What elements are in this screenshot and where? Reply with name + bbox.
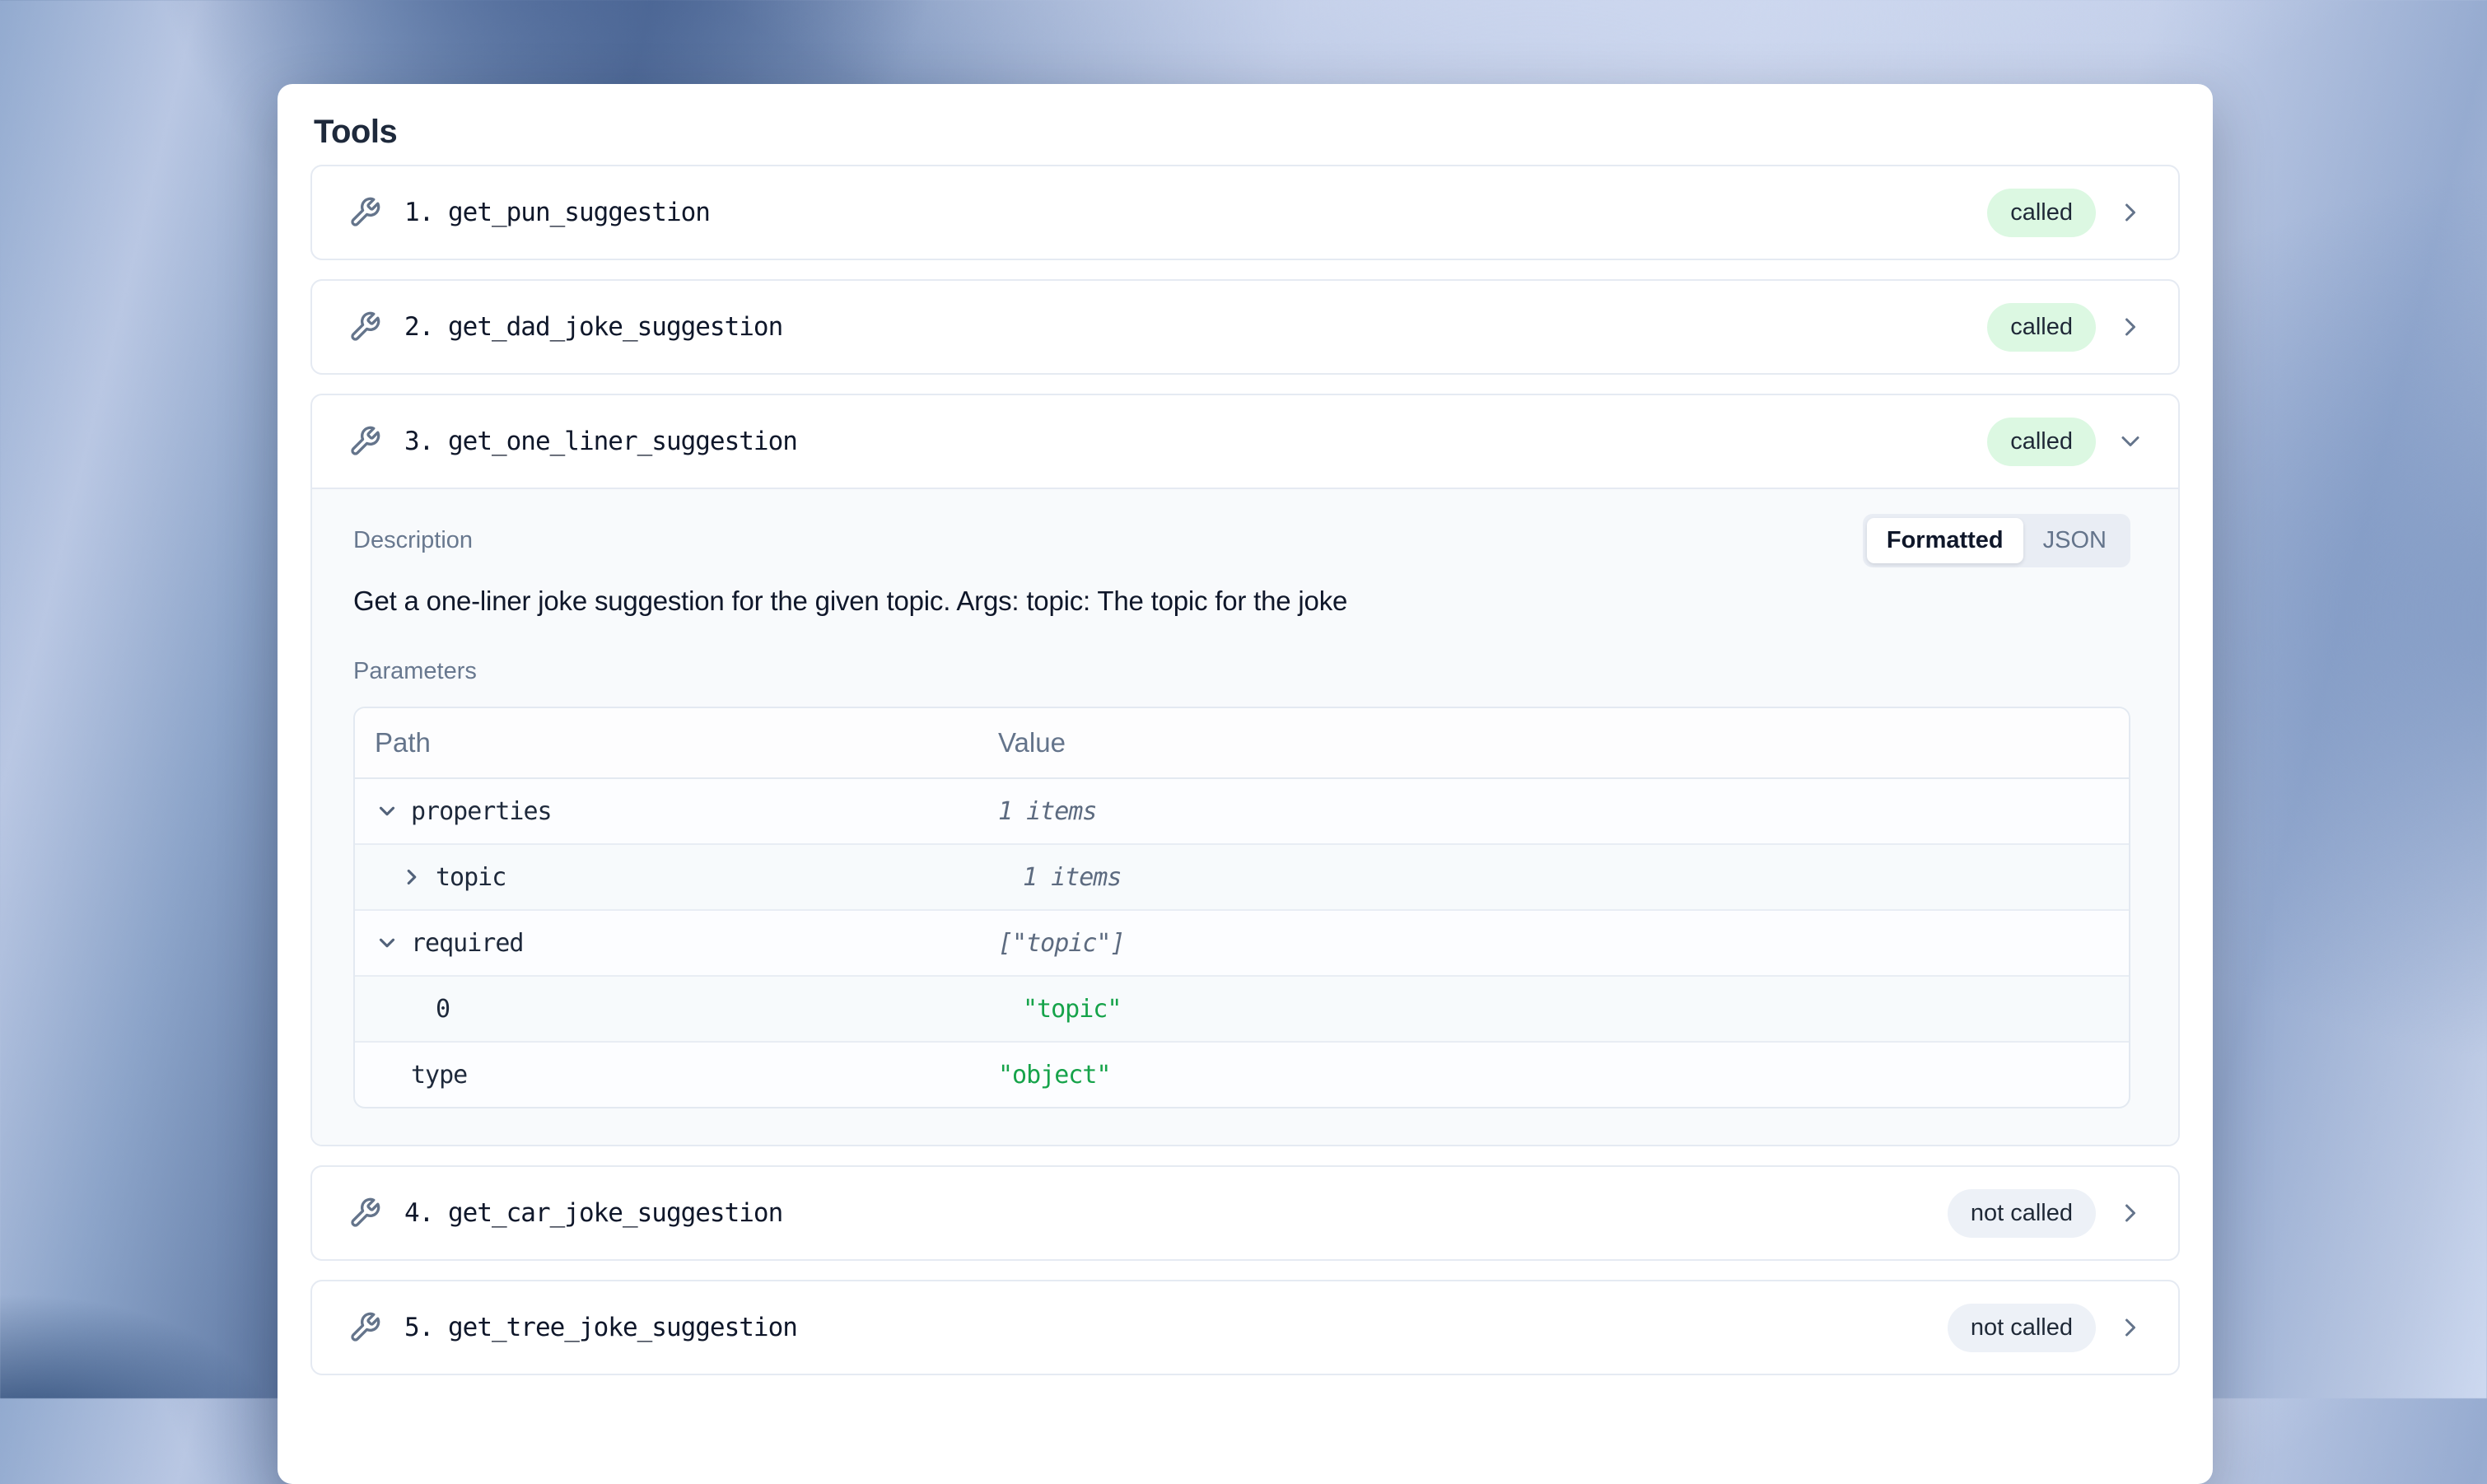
tool-description: Get a one-liner joke suggestion for the … [353, 586, 2130, 617]
tool-name: 1. get_pun_suggestion [404, 198, 710, 227]
tool-row-header[interactable]: 4. get_car_joke_suggestion not called [312, 1167, 2178, 1259]
param-value: 1 items [1023, 863, 2109, 892]
tool-details-panel: Description Formatted JSON Get a one-lin… [312, 488, 2178, 1145]
tool-row-header[interactable]: 5. get_tree_joke_suggestion not called [312, 1281, 2178, 1374]
wrench-icon [348, 310, 381, 343]
desktop-background: { "header": { "title": "Tools" }, "color… [0, 0, 2487, 1398]
tool-row-header[interactable]: 2. get_dad_joke_suggestion called [312, 281, 2178, 373]
status-badge: called [1987, 418, 2096, 466]
wrench-icon [348, 196, 381, 229]
tool-row-get-car-joke-suggestion[interactable]: 4. get_car_joke_suggestion not called [310, 1165, 2180, 1261]
table-row-required[interactable]: required ["topic"] [355, 909, 2129, 975]
wrench-icon [348, 1311, 381, 1344]
chevron-right-icon[interactable] [2116, 312, 2145, 342]
chevron-right-icon[interactable] [399, 865, 424, 889]
table-row-properties[interactable]: properties 1 items [355, 779, 2129, 843]
column-header-path: Path [375, 727, 998, 758]
tool-row-get-dad-joke-suggestion[interactable]: 2. get_dad_joke_suggestion called [310, 279, 2180, 375]
table-row-topic[interactable]: topic 1 items [355, 843, 2129, 909]
column-header-value: Value [998, 727, 2109, 758]
param-key: topic [436, 863, 506, 892]
param-value: "topic" [1023, 995, 2109, 1024]
tool-row-header[interactable]: 3. get_one_liner_suggestion called [312, 395, 2178, 488]
tool-name: 4. get_car_joke_suggestion [404, 1198, 782, 1228]
param-key: required [411, 929, 524, 958]
status-badge: called [1987, 189, 2096, 237]
wrench-icon [348, 1197, 381, 1230]
tool-row-get-one-liner-suggestion[interactable]: 3. get_one_liner_suggestion called Descr… [310, 394, 2180, 1146]
table-row-type: type "object" [355, 1041, 2129, 1107]
view-mode-toggle[interactable]: Formatted JSON [1863, 514, 2130, 567]
tool-row-header[interactable]: 1. get_pun_suggestion called [312, 166, 2178, 259]
toggle-formatted[interactable]: Formatted [1867, 518, 2023, 563]
chevron-down-icon[interactable] [2116, 427, 2145, 456]
param-key: properties [411, 797, 552, 826]
chevron-right-icon[interactable] [2116, 198, 2145, 227]
tool-row-get-tree-joke-suggestion[interactable]: 5. get_tree_joke_suggestion not called [310, 1280, 2180, 1375]
panel-title: Tools [314, 112, 2180, 152]
status-badge: not called [1948, 1189, 2096, 1238]
tool-name: 3. get_one_liner_suggestion [404, 427, 797, 456]
parameters-table: Path Value properties 1 items topic 1 [353, 707, 2130, 1108]
chevron-right-icon[interactable] [2116, 1198, 2145, 1228]
toggle-json[interactable]: JSON [2023, 518, 2126, 563]
status-badge: called [1987, 303, 2096, 352]
param-value: "object" [998, 1061, 2109, 1090]
chevron-down-icon[interactable] [375, 799, 399, 824]
tool-name: 2. get_dad_joke_suggestion [404, 312, 782, 342]
tool-row-get-pun-suggestion[interactable]: 1. get_pun_suggestion called [310, 165, 2180, 260]
parameters-label: Parameters [353, 658, 2130, 685]
wrench-icon [348, 425, 381, 458]
table-row-required-0: 0 "topic" [355, 975, 2129, 1041]
param-value: ["topic"] [998, 929, 2109, 958]
chevron-right-icon[interactable] [2116, 1313, 2145, 1342]
tool-name: 5. get_tree_joke_suggestion [404, 1313, 797, 1342]
tools-panel: Tools 1. get_pun_suggestion called 2. ge… [278, 84, 2213, 1484]
status-badge: not called [1948, 1304, 2096, 1352]
parameters-table-header: Path Value [355, 708, 2129, 779]
param-value: 1 items [998, 797, 2109, 826]
param-key: type [411, 1061, 467, 1090]
chevron-down-icon[interactable] [375, 931, 399, 955]
description-label: Description [353, 527, 473, 554]
param-key: 0 [436, 995, 450, 1024]
